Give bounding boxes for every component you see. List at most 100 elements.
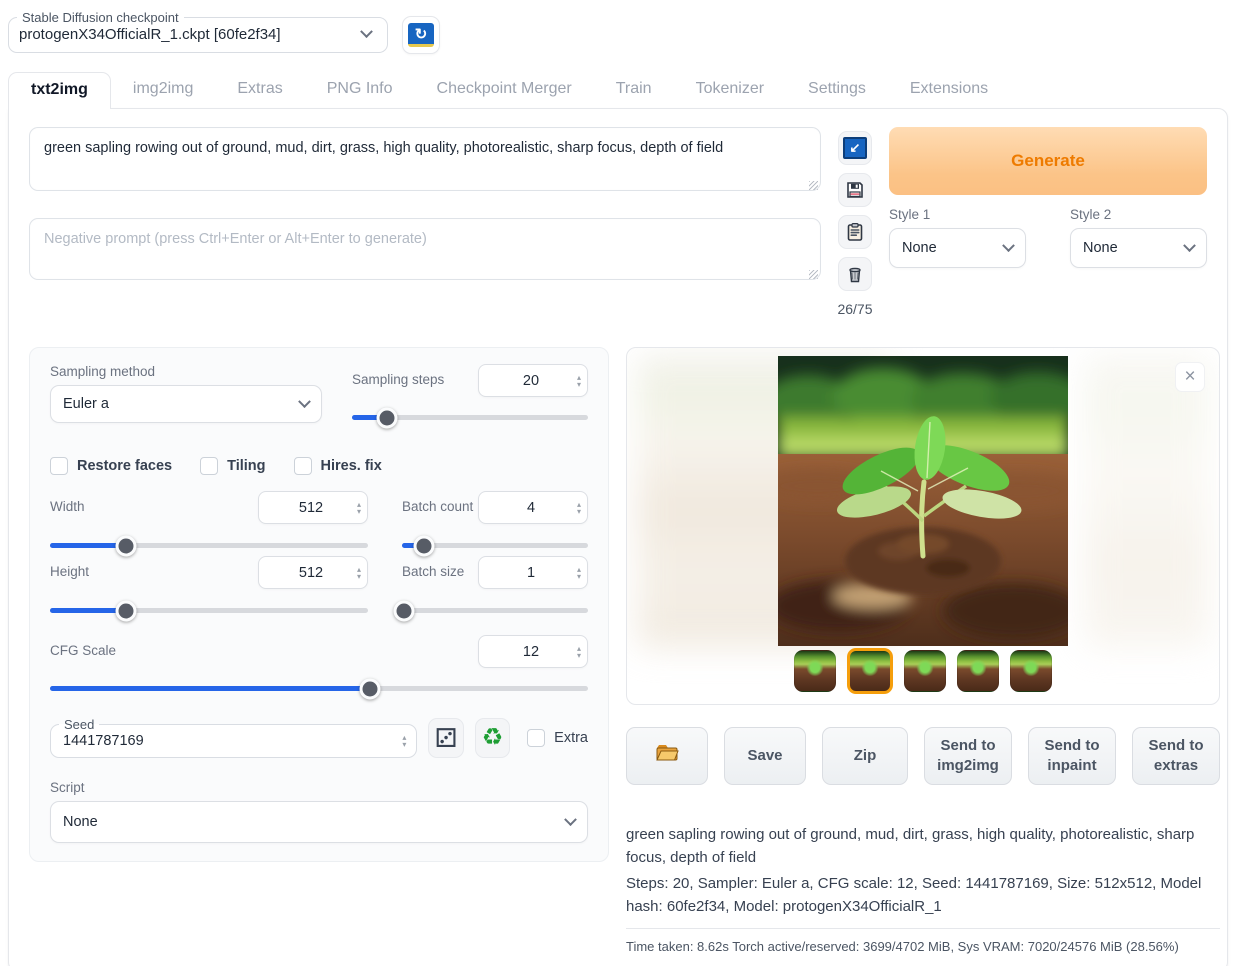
tab-img2img[interactable]: img2img: [111, 72, 215, 108]
tab-checkpoint-merger[interactable]: Checkpoint Merger: [415, 72, 594, 108]
send-to-img2img-button[interactable]: Send to img2img: [924, 727, 1012, 785]
thumbnail-3[interactable]: [904, 650, 946, 692]
close-icon: ×: [1184, 366, 1195, 388]
cfg-scale-input[interactable]: 12 ▴▾: [478, 635, 588, 668]
style1-label: Style 1: [889, 207, 1026, 222]
seed-label: Seed: [59, 717, 99, 732]
style2-label: Style 2: [1070, 207, 1207, 222]
thumbnail-5[interactable]: [1010, 650, 1052, 692]
output-panel: × Save Z: [626, 347, 1220, 957]
stepper-arrows[interactable]: ▴▾: [573, 501, 581, 515]
height-input[interactable]: 512 ▴▾: [258, 556, 368, 589]
tab-txt2img[interactable]: txt2img: [8, 72, 111, 109]
sampling-steps-label: Sampling steps: [352, 372, 444, 387]
width-input[interactable]: 512 ▴▾: [258, 491, 368, 524]
seed-input[interactable]: 1441787169 ▴▾: [51, 732, 416, 757]
top-bar: Stable Diffusion checkpoint protogenX34O…: [0, 0, 1236, 54]
tab-settings[interactable]: Settings: [786, 72, 888, 108]
dice-icon: ⚂: [435, 725, 458, 751]
chevron-down-icon: [298, 395, 311, 408]
prompt-input[interactable]: green sapling rowing out of ground, mud,…: [29, 127, 821, 191]
tab-tokenizer[interactable]: Tokenizer: [674, 72, 786, 108]
tab-train[interactable]: Train: [594, 72, 674, 108]
seed-field: Seed 1441787169 ▴▾: [50, 717, 417, 758]
sampling-method-select[interactable]: Euler a: [50, 385, 322, 423]
chevron-down-icon: [360, 25, 373, 38]
tiling-checkbox[interactable]: Tiling: [200, 457, 265, 475]
send-to-inpaint-button[interactable]: Send to inpaint: [1028, 727, 1116, 785]
batch-size-slider[interactable]: [402, 608, 588, 613]
sampling-steps-input[interactable]: 20 ▴▾: [478, 364, 588, 397]
chevron-down-icon: [1002, 239, 1015, 252]
script-select[interactable]: None: [50, 801, 588, 843]
info-prompt: green sapling rowing out of ground, mud,…: [626, 823, 1220, 870]
stepper-arrows[interactable]: ▴▾: [573, 374, 581, 388]
paste-arrow-icon: ↙: [843, 137, 867, 159]
token-counter: 26/75: [837, 301, 872, 317]
refresh-checkpoints-button[interactable]: ↻: [402, 16, 440, 54]
tab-extras[interactable]: Extras: [215, 72, 304, 108]
trash-icon: [845, 264, 865, 284]
script-label: Script: [50, 780, 588, 795]
generation-info: green sapling rowing out of ground, mud,…: [626, 823, 1220, 957]
save-style-button[interactable]: [838, 173, 872, 207]
clipboard-icon: [845, 222, 865, 242]
send-to-extras-button[interactable]: Send to extras: [1132, 727, 1220, 785]
gallery-backdrop-right: [1084, 354, 1209, 648]
sampling-method-label: Sampling method: [50, 364, 322, 379]
recycle-icon: ♻: [482, 726, 504, 750]
thumbnail-1[interactable]: [794, 650, 836, 692]
negative-prompt-input[interactable]: [29, 218, 821, 280]
reuse-seed-button[interactable]: ♻: [475, 718, 510, 758]
sampling-method-value: Euler a: [63, 396, 109, 412]
tab-png-info[interactable]: PNG Info: [305, 72, 415, 108]
width-slider[interactable]: [50, 543, 368, 548]
tab-extensions[interactable]: Extensions: [888, 72, 1010, 108]
thumbnail-strip: [627, 650, 1219, 694]
folder-icon: [655, 743, 679, 763]
hires-fix-checkbox[interactable]: Hires. fix: [294, 457, 382, 475]
close-gallery-button[interactable]: ×: [1175, 362, 1205, 392]
checkbox-icon: [294, 457, 312, 475]
style2-select[interactable]: None: [1070, 228, 1207, 268]
stepper-arrows[interactable]: ▴▾: [398, 734, 406, 748]
batch-count-input[interactable]: 4 ▴▾: [478, 491, 588, 524]
batch-size-input[interactable]: 1 ▴▾: [478, 556, 588, 589]
style1-select[interactable]: None: [889, 228, 1026, 268]
generation-settings-panel: Sampling method Euler a Sampling steps 2…: [29, 347, 609, 862]
generate-button[interactable]: Generate: [889, 127, 1207, 195]
paste-params-button[interactable]: ↙: [838, 131, 872, 165]
apply-style-button[interactable]: [838, 215, 872, 249]
extra-seed-checkbox[interactable]: Extra: [527, 729, 588, 747]
height-slider[interactable]: [50, 608, 368, 613]
checkpoint-label: Stable Diffusion checkpoint: [17, 10, 184, 25]
thumbnail-4[interactable]: [957, 650, 999, 692]
generated-image[interactable]: [778, 356, 1068, 646]
save-button[interactable]: Save: [724, 727, 806, 785]
checkbox-icon: [200, 457, 218, 475]
info-time: Time taken: 8.62s Torch active/reserved:…: [626, 928, 1220, 957]
clear-prompt-button[interactable]: [838, 257, 872, 291]
sampling-steps-slider[interactable]: [352, 415, 588, 420]
zip-button[interactable]: Zip: [822, 727, 908, 785]
stepper-arrows[interactable]: ▴▾: [573, 566, 581, 580]
txt2img-panel: green sapling rowing out of ground, mud,…: [8, 108, 1228, 966]
restore-faces-checkbox[interactable]: Restore faces: [50, 457, 172, 475]
batch-count-slider[interactable]: [402, 543, 588, 548]
random-seed-button[interactable]: ⚂: [428, 718, 463, 758]
stepper-arrows[interactable]: ▴▾: [353, 501, 361, 515]
floppy-disk-icon: [845, 180, 865, 200]
chevron-down-icon: [564, 813, 577, 826]
stepper-arrows[interactable]: ▴▾: [573, 645, 581, 659]
thumbnail-2-selected[interactable]: [847, 648, 893, 694]
width-label: Width: [50, 499, 85, 514]
chevron-down-icon: [1183, 239, 1196, 252]
image-gallery: ×: [626, 347, 1220, 705]
style1-value: None: [902, 240, 937, 256]
stepper-arrows[interactable]: ▴▾: [353, 566, 361, 580]
batch-count-label: Batch count: [402, 499, 473, 514]
cfg-scale-slider[interactable]: [50, 686, 588, 691]
checkpoint-field: Stable Diffusion checkpoint protogenX34O…: [8, 10, 388, 53]
checkpoint-select[interactable]: protogenX34OfficialR_1.ckpt [60fe2f34]: [9, 25, 387, 52]
open-folder-button[interactable]: [626, 727, 708, 785]
